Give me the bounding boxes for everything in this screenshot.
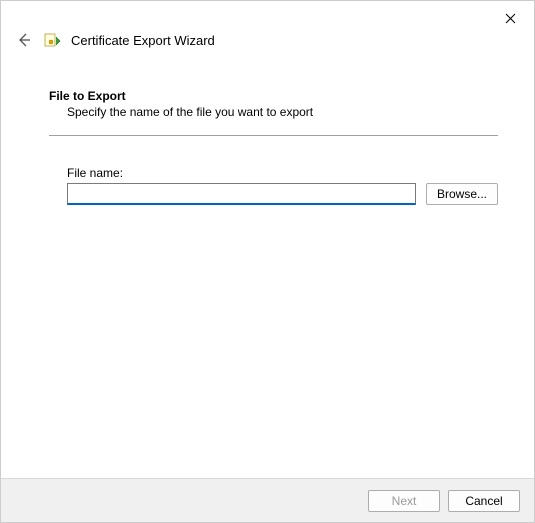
arrow-left-icon bbox=[16, 32, 32, 48]
file-input-row: Browse... bbox=[67, 183, 498, 205]
cancel-button[interactable]: Cancel bbox=[448, 490, 520, 512]
file-name-input[interactable] bbox=[67, 183, 416, 205]
file-name-label: File name: bbox=[67, 166, 498, 180]
browse-button[interactable]: Browse... bbox=[426, 183, 498, 205]
wizard-content: File to Export Specify the name of the f… bbox=[1, 59, 534, 205]
back-button[interactable] bbox=[15, 31, 33, 49]
divider bbox=[49, 135, 498, 136]
section-subtitle: Specify the name of the file you want to… bbox=[67, 105, 498, 119]
wizard-header: Certificate Export Wizard bbox=[1, 1, 534, 59]
certificate-icon bbox=[43, 31, 61, 49]
next-button[interactable]: Next bbox=[368, 490, 440, 512]
close-icon bbox=[505, 13, 516, 24]
wizard-footer: Next Cancel bbox=[1, 478, 534, 522]
section-heading: File to Export bbox=[49, 89, 498, 103]
wizard-title: Certificate Export Wizard bbox=[71, 33, 215, 48]
close-button[interactable] bbox=[496, 7, 524, 29]
